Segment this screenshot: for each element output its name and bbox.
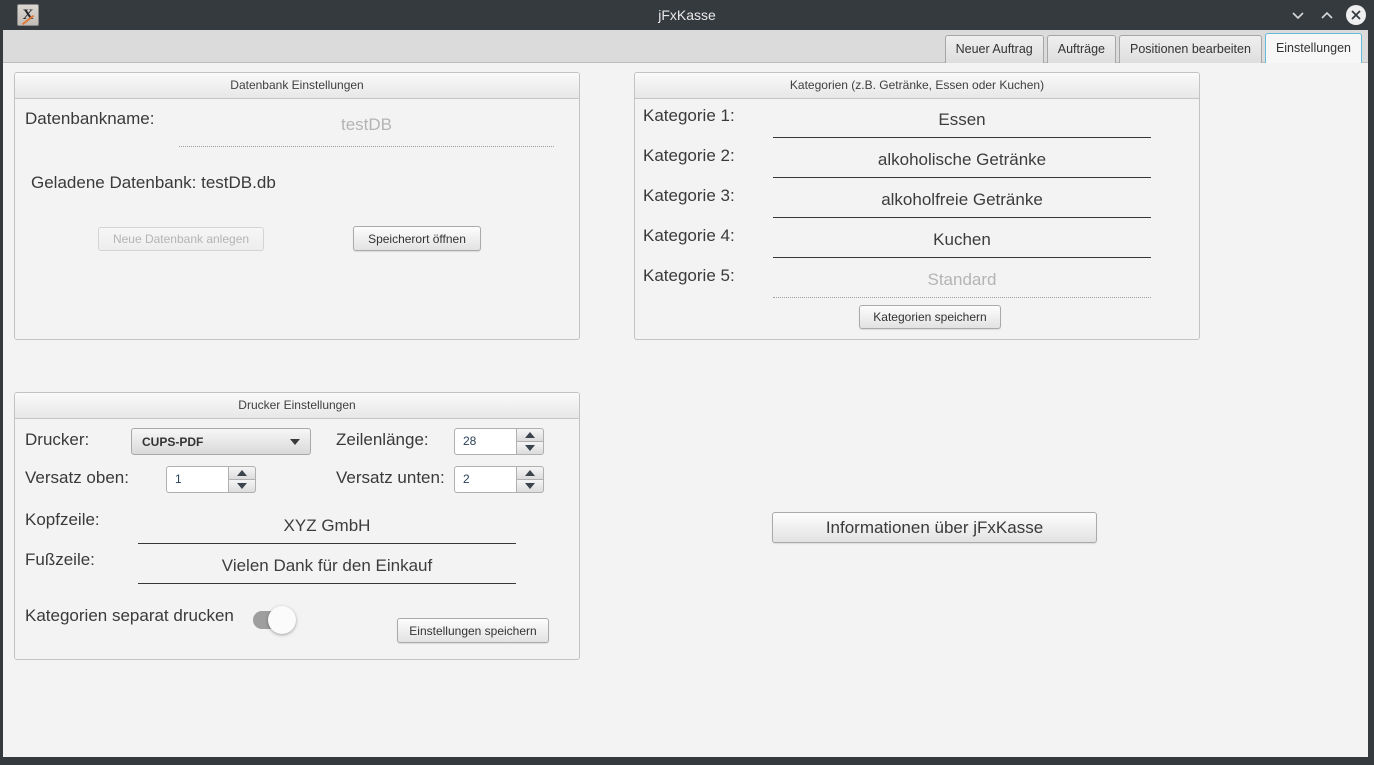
spin-down-icon[interactable] [229,479,256,493]
save-categories-button[interactable]: Kategorien speichern [859,305,1001,329]
line-length-value[interactable]: 28 [454,428,517,455]
tab-positionen-bearbeiten[interactable]: Positionen bearbeiten [1119,35,1262,63]
chevron-down-icon [290,439,300,445]
separate-categories-toggle[interactable] [253,611,297,629]
window-frame-bottom [0,757,1374,765]
category-3-label: Kategorie 3: [643,186,735,206]
new-database-button[interactable]: Neue Datenbank anlegen [98,227,264,251]
loaded-database-text: Geladene Datenbank: testDB.db [31,173,276,193]
database-settings-panel: Datenbank Einstellungen Datenbankname: t… [14,72,580,340]
receipt-footer-field[interactable]: Vielen Dank für den Einkauf [138,544,516,584]
category-4-label: Kategorie 4: [643,226,735,246]
receipt-header-label: Kopfzeile: [25,510,100,530]
printer-select-value: CUPS-PDF [142,435,203,449]
receipt-footer-label: Fußzeile: [25,550,95,570]
offset-bottom-label: Versatz unten: [336,468,445,488]
window-controls [1288,0,1366,30]
tab-auftraege[interactable]: Aufträge [1047,35,1116,63]
line-length-spinner: 28 [454,428,544,455]
printer-select[interactable]: CUPS-PDF [131,428,311,455]
offset-top-spinner: 1 [166,466,256,493]
offset-top-label: Versatz oben: [25,468,129,488]
category-5-field[interactable]: Standard [773,252,1151,298]
offset-bottom-spinner: 2 [454,466,544,493]
printer-settings-panel: Drucker Einstellungen Drucker: CUPS-PDF … [14,392,580,660]
category-2-label: Kategorie 2: [643,146,735,166]
printer-label: Drucker: [25,430,89,450]
category-1-label: Kategorie 1: [643,106,735,126]
close-icon[interactable] [1346,5,1366,25]
offset-top-value[interactable]: 1 [166,466,229,493]
maximize-icon[interactable] [1317,5,1337,25]
line-length-label: Zeilenlänge: [336,430,429,450]
tab-neuer-auftrag[interactable]: Neuer Auftrag [945,35,1044,63]
spin-up-icon[interactable] [517,466,544,479]
spin-down-icon[interactable] [517,479,544,493]
database-name-field[interactable]: testDB [179,103,554,147]
toggle-knob [268,606,296,634]
title-bar: X jFxKasse [0,0,1374,30]
spin-up-icon[interactable] [517,428,544,441]
category-5-label: Kategorie 5: [643,266,735,286]
open-location-button[interactable]: Speicherort öffnen [353,226,481,251]
receipt-header-field[interactable]: XYZ GmbH [138,504,516,544]
database-name-label: Datenbankname: [25,109,154,129]
printer-panel-title: Drucker Einstellungen [15,393,579,419]
about-jfxkasse-button[interactable]: Informationen über jFxKasse [772,512,1097,543]
window-title: jFxKasse [0,0,1374,30]
offset-bottom-value[interactable]: 2 [454,466,517,493]
database-panel-title: Datenbank Einstellungen [15,73,579,99]
separate-categories-label: Kategorien separat drucken [25,606,234,626]
minimize-icon[interactable] [1288,5,1308,25]
save-settings-button[interactable]: Einstellungen speichern [397,618,549,643]
spin-down-icon[interactable] [517,441,544,455]
categories-panel: Kategorien (z.B. Getränke, Essen oder Ku… [634,72,1200,340]
spin-up-icon[interactable] [229,466,256,479]
app-window: X jFxKasse Neuer Auftrag Aufträge Positi… [0,0,1374,765]
tab-bar: Neuer Auftrag Aufträge Positionen bearbe… [3,30,1368,63]
tab-einstellungen[interactable]: Einstellungen [1265,33,1362,63]
